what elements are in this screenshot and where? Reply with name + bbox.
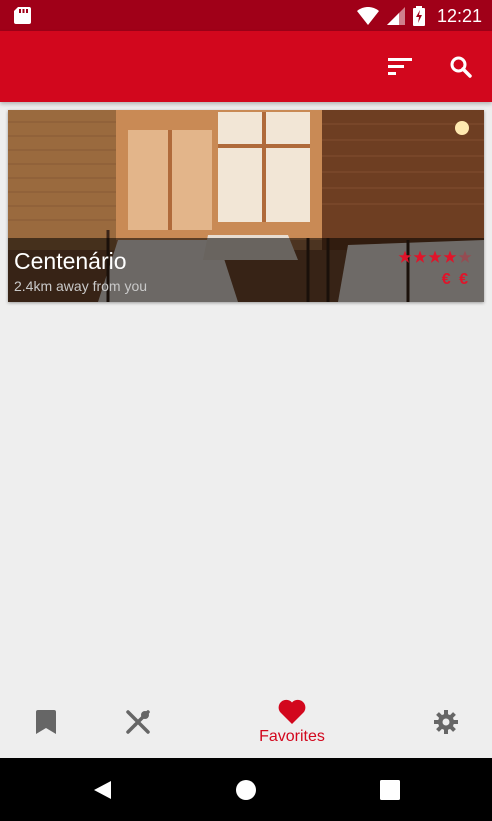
restaurant-distance: 2.4km away from you [14, 278, 148, 294]
nav-restaurants[interactable] [108, 686, 168, 758]
back-button[interactable] [88, 776, 116, 804]
system-navigation-bar [0, 758, 492, 821]
nav-saved[interactable] [16, 686, 76, 758]
heart-icon [278, 699, 306, 724]
home-icon [236, 780, 256, 800]
home-button[interactable] [232, 776, 260, 804]
bookmark-icon [36, 710, 56, 734]
battery-charging-icon [412, 6, 425, 26]
star-empty-icon [458, 250, 472, 263]
star-filled-icon [443, 250, 457, 263]
nav-favorites[interactable]: Favorites [232, 686, 352, 758]
card-caption: Centenário 2.4km away from you € € [8, 238, 484, 302]
star-filled-icon [398, 250, 412, 263]
sort-button[interactable] [385, 52, 415, 82]
wifi-icon [356, 7, 379, 25]
nav-settings[interactable] [416, 686, 476, 758]
recents-button[interactable] [376, 776, 404, 804]
gear-icon [434, 710, 458, 734]
recents-icon [380, 780, 400, 800]
nav-favorites-label: Favorites [259, 728, 325, 745]
status-time: 12:21 [436, 5, 482, 26]
signal-icon [386, 7, 405, 25]
app-bar [0, 31, 492, 102]
bottom-navigation: Favorites [0, 686, 492, 758]
sd-card-icon [14, 7, 31, 24]
search-icon [450, 56, 472, 78]
sort-icon [388, 58, 412, 75]
star-filled-icon [428, 250, 442, 263]
rating-stars [398, 250, 472, 264]
search-button[interactable] [446, 52, 476, 82]
star-filled-icon [413, 250, 427, 263]
restaurant-card[interactable]: Centenário 2.4km away from you € € [8, 110, 484, 302]
restaurant-name: Centenário [14, 248, 127, 274]
status-bar: 12:21 [0, 0, 492, 31]
price-level: € € [441, 271, 470, 288]
fork-knife-icon [126, 710, 150, 734]
back-icon [94, 781, 111, 799]
